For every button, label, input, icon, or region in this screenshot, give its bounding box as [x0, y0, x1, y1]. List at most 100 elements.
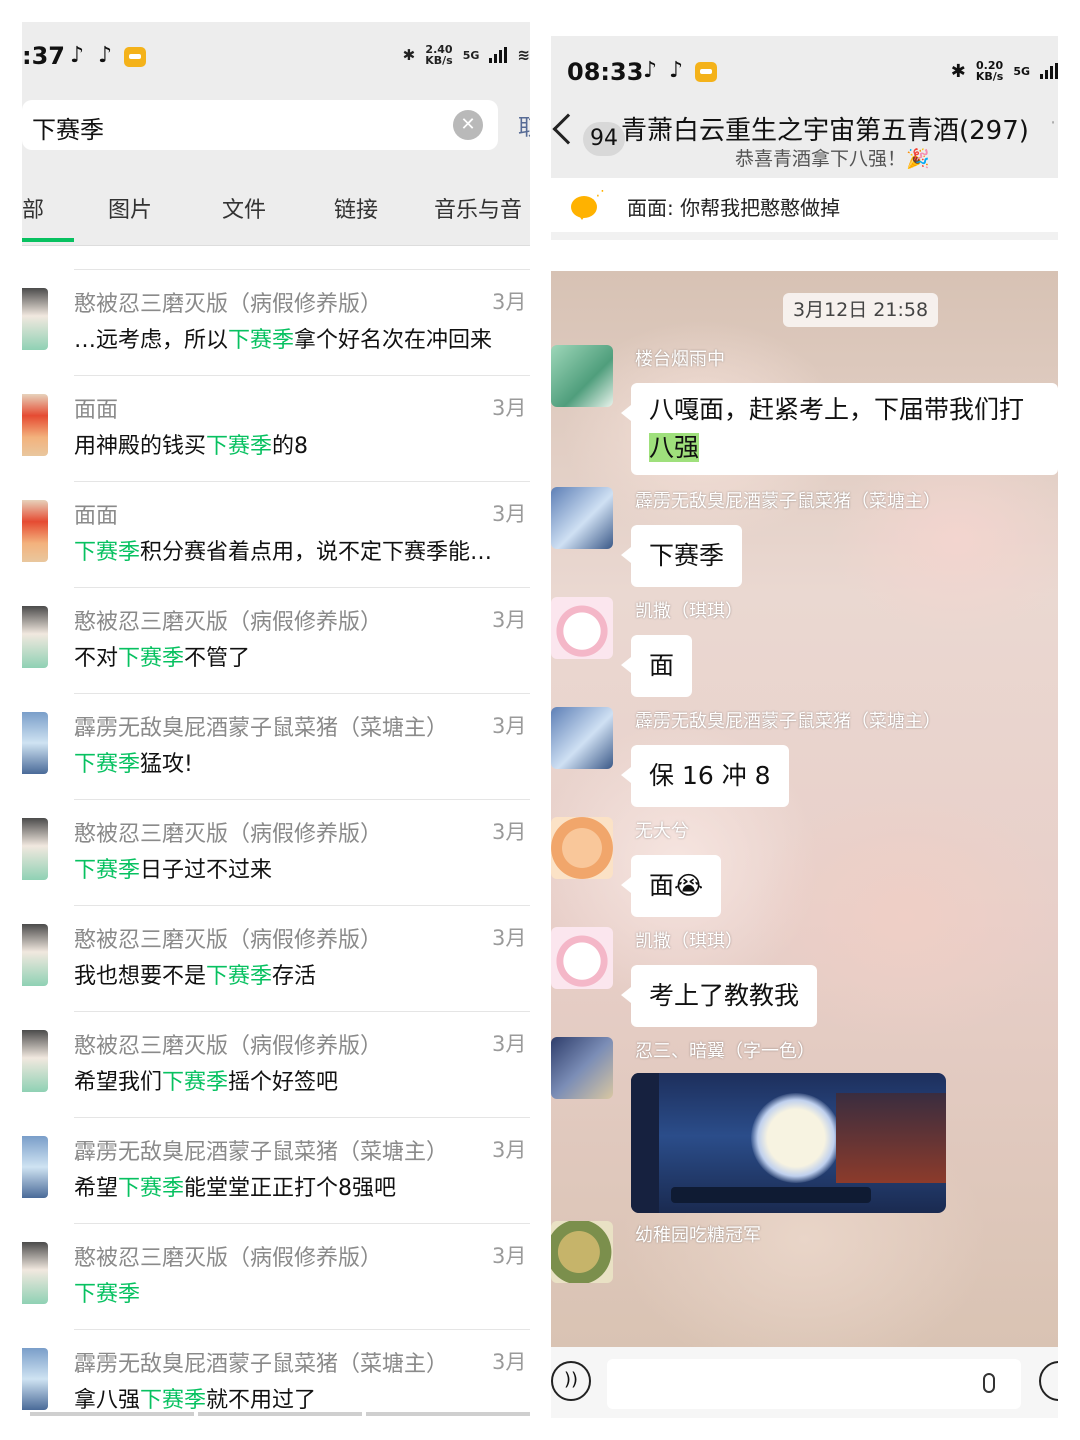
avatar[interactable]: [551, 487, 613, 549]
result-message: 下赛季日子过不过来: [74, 852, 526, 884]
message-input[interactable]: [607, 1359, 1021, 1409]
result-date: 3月: [492, 290, 527, 314]
tab-music[interactable]: 音乐与音: [434, 192, 522, 224]
search-result-item[interactable]: 憨被忍三磨灭版（病假修养版） 3月 …远考虑，所以下赛季拿个好名次在冲回来: [22, 270, 530, 376]
message-bubble[interactable]: 保 16 冲 8: [621, 745, 789, 807]
search-result-item[interactable]: 面面 3月 用神殿的钱买下赛季的8: [22, 376, 530, 482]
avatar: [22, 394, 48, 456]
tab-indicator: [22, 238, 74, 242]
message-text: 不对: [74, 646, 119, 671]
sender-name: 凯撒（琪琪）: [635, 931, 743, 952]
back-icon[interactable]: [552, 113, 584, 145]
tiktok-icon: ♪: [669, 58, 684, 83]
tab-files[interactable]: 文件: [222, 192, 266, 224]
avatar: [22, 1348, 48, 1410]
message-text: 我也想要不是: [74, 964, 207, 989]
keyword-highlight: 下赛季: [162, 1070, 229, 1095]
pinned-notice[interactable]: ⋰ 面面: 你帮我把憨憨做掉: [551, 178, 1058, 240]
tiktok-icon: ♪: [98, 43, 113, 68]
message-timestamp: 3月12日 21:58: [783, 293, 939, 327]
avatar: [22, 606, 48, 668]
message-bubble[interactable]: 下赛季: [620, 525, 743, 587]
message-text: 八嘎面，赶紧考上，下届带我们打: [649, 395, 1025, 424]
keyword-highlight: 下赛季: [228, 328, 295, 353]
message-text: 摇个好签吧: [228, 1070, 339, 1095]
message-text: 拿个好名次在冲回来: [294, 328, 493, 353]
message-text: …远考虑，所以: [74, 328, 229, 353]
message-text: 不管了: [184, 646, 251, 671]
search-result-item[interactable]: 霹雳无敌臭屁酒蒙子鼠菜猪（菜塘主） 3月 下赛季猛攻!: [22, 694, 530, 800]
group-chat-panel: 08:33 ♪ ♪ ✱ 0.20 KB/s 5G 94 青萧白云重生之宇宙第五青酒…: [551, 36, 1058, 1418]
search-result-item[interactable]: 憨被忍三磨灭版（病假修养版） 3月 下赛季: [22, 1224, 530, 1330]
search-result-item[interactable]: 憨被忍三磨灭版（病假修养版） 3月 下赛季日子过不过来: [22, 800, 530, 906]
search-input[interactable]: 下赛季 ✕: [22, 100, 498, 150]
search-result-item[interactable]: 面面 3月 下赛季积分赛省着点用，说不定下赛季能…: [22, 482, 530, 588]
search-bar: 下赛季 ✕ 取: [22, 90, 530, 172]
net-speed-unit: KB/s: [975, 70, 1004, 83]
search-result-item[interactable]: 霹雳无敌臭屁酒蒙子鼠菜猪（菜塘主） 3月 拿八强下赛季就不用过了: [22, 1330, 530, 1418]
sender-name: 凯撒（琪琪）: [635, 601, 743, 622]
message-text: 面😭: [649, 871, 704, 900]
game-screenshot-image[interactable]: [631, 1073, 946, 1213]
sender-name: 霹雳无敌臭屁酒蒙子鼠菜猪（菜塘主）: [635, 491, 941, 512]
tab-images[interactable]: 图片: [108, 192, 152, 224]
message-bubble[interactable]: 考上了教教我: [620, 965, 818, 1027]
tab-all[interactable]: 部: [22, 192, 44, 224]
network-label: 5G: [462, 48, 480, 62]
more-icon[interactable]: ⋯: [1050, 112, 1058, 133]
status-time: 08:33: [567, 58, 644, 86]
search-result-item[interactable]: 憨被忍三磨灭版（病假修养版） 3月 不对下赛季不管了: [22, 588, 530, 694]
sender-name: 霹雳无敌臭屁酒蒙子鼠菜猪（菜塘主）: [74, 1140, 449, 1165]
notice-text: 面面: 你帮我把憨憨做掉: [627, 196, 841, 220]
message-bubble[interactable]: 面😭: [620, 855, 722, 917]
bottom-scroll-indicator: [30, 1412, 530, 1416]
voice-icon[interactable]: )): [551, 1361, 591, 1401]
avatar[interactable]: [551, 927, 613, 989]
signal-icon: [489, 47, 508, 63]
result-message: 用神殿的钱买下赛季的8: [74, 428, 526, 460]
search-tabs: 部 图片 文件 链接 音乐与音: [22, 172, 530, 246]
avatar[interactable]: [551, 345, 613, 407]
clear-icon[interactable]: ✕: [453, 110, 483, 140]
search-result-item[interactable]: 憨被忍三磨灭版（病假修养版） 3月 希望我们下赛季摇个好签吧: [22, 1012, 530, 1118]
tab-links[interactable]: 链接: [334, 192, 378, 224]
network-type: 5G: [463, 50, 480, 61]
avatar[interactable]: [551, 707, 613, 769]
result-date: 3月: [492, 1138, 527, 1162]
net-speed: 2.40 KB/s: [425, 44, 452, 66]
message-text: 积分赛省着点用，说不定下赛季能…: [140, 540, 493, 565]
status-bar: 08:33 ♪ ♪ ✱ 0.20 KB/s 5G: [551, 36, 1058, 104]
message-bubble[interactable]: 面: [620, 635, 693, 697]
result-message: 希望我们下赛季摇个好签吧: [74, 1064, 526, 1096]
avatar[interactable]: [551, 1221, 613, 1283]
search-result-item[interactable]: 霹雳无敌臭屁酒蒙子鼠菜猪（菜塘主） 3月希望下赛季能堂堂正正打个8强吧: [22, 1118, 530, 1224]
keyword-highlight: 下赛季: [74, 540, 141, 565]
result-message: 下赛季积分赛省着点用，说不定下赛季能…: [74, 534, 526, 566]
message-text: 面: [649, 651, 675, 680]
sender-name: 无大兮: [635, 821, 689, 842]
message-text: 用神殿的钱买: [74, 434, 207, 459]
message-bubble[interactable]: 八嘎面，赶紧考上，下届带我们打 八强: [621, 383, 1058, 475]
cancel-button[interactable]: 取: [518, 110, 530, 142]
signal-icon: [1040, 63, 1058, 79]
avatar: [22, 288, 48, 350]
result-date: 3月: [492, 714, 527, 738]
avatar: [22, 924, 48, 986]
mic-icon[interactable]: [983, 1373, 995, 1393]
message-text: 希望: [74, 1176, 119, 1201]
message-text: 日子过不过来: [140, 858, 273, 883]
message-text: 存活: [272, 964, 317, 989]
keyword-highlight: 下赛季: [206, 434, 273, 459]
result-message: 我也想要不是下赛季存活: [74, 958, 526, 990]
search-result-item[interactable]: 憨被忍三磨灭版（病假修养版） 3月 我也想要不是下赛季存活: [22, 906, 530, 1012]
avatar[interactable]: [551, 597, 613, 659]
avatar: [22, 1136, 48, 1198]
message-text: 希望我们: [74, 1070, 163, 1095]
message-text: 猛攻!: [140, 752, 193, 777]
sender-name: 楼台烟雨中: [635, 349, 725, 370]
result-message: 希望下赛季能堂堂正正打个8强吧: [74, 1170, 526, 1202]
emoji-icon[interactable]: [1039, 1361, 1058, 1401]
avatar[interactable]: [551, 1037, 613, 1099]
avatar[interactable]: [551, 817, 613, 879]
chat-search-panel: :37 ♪ ♪ ✱ 2.40 KB/s 5G ≋ 下赛季 ✕ 取 部 图片 文件 …: [22, 22, 530, 1418]
